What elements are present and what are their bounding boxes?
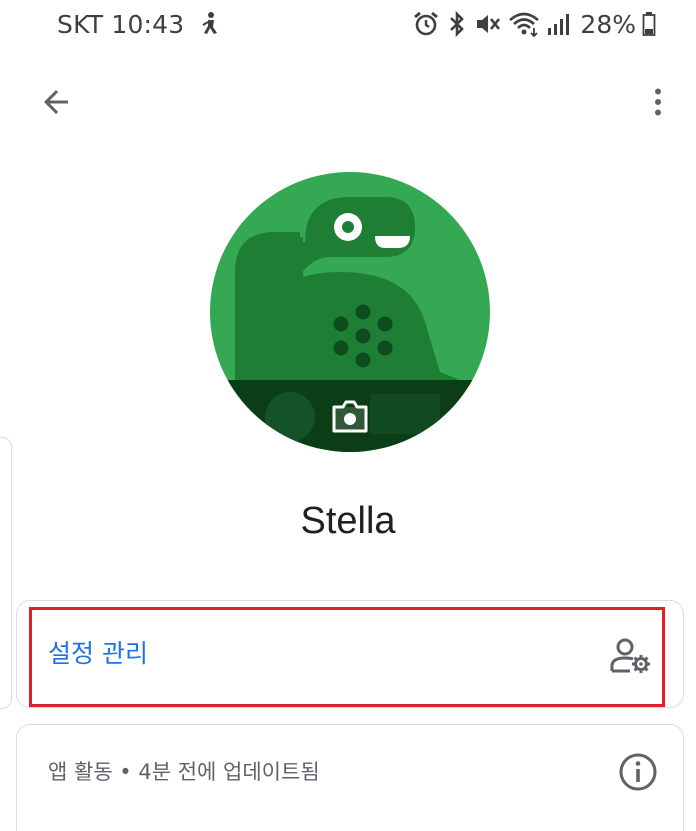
more-vert-icon bbox=[655, 88, 661, 116]
alarm-icon bbox=[412, 10, 440, 38]
camera-icon bbox=[332, 400, 368, 433]
more-options-button[interactable] bbox=[636, 80, 680, 124]
info-icon[interactable] bbox=[618, 752, 658, 792]
app-activity-text: 앱 활동 • 4분 전에 업데이트됨 bbox=[48, 760, 320, 784]
vibrate-mute-icon bbox=[474, 10, 502, 38]
camera-button[interactable] bbox=[330, 396, 370, 436]
profile-name: Stella bbox=[300, 500, 396, 542]
back-button[interactable] bbox=[34, 80, 78, 124]
wifi-icon bbox=[508, 10, 540, 38]
status-left: SKT 10:43 bbox=[57, 8, 222, 40]
carrier-time: SKT 10:43 bbox=[57, 9, 185, 39]
arrow-back-icon bbox=[44, 90, 68, 114]
screen: SKT 10:43 28% Stella 설정 관리 앱 활동 • 4분 전에 … bbox=[0, 0, 696, 831]
status-right: 28% bbox=[412, 8, 656, 40]
manage-settings-label[interactable]: 설정 관리 bbox=[48, 636, 148, 672]
battery-icon bbox=[642, 10, 656, 38]
status-bar: SKT 10:43 28% bbox=[0, 0, 696, 48]
signal-icon bbox=[546, 10, 572, 38]
battery-percent: 28% bbox=[580, 9, 636, 39]
bluetooth-icon bbox=[446, 10, 468, 38]
side-card-peek bbox=[0, 437, 12, 709]
manage-accounts-icon[interactable] bbox=[608, 633, 652, 677]
person-walk-icon bbox=[200, 11, 222, 37]
